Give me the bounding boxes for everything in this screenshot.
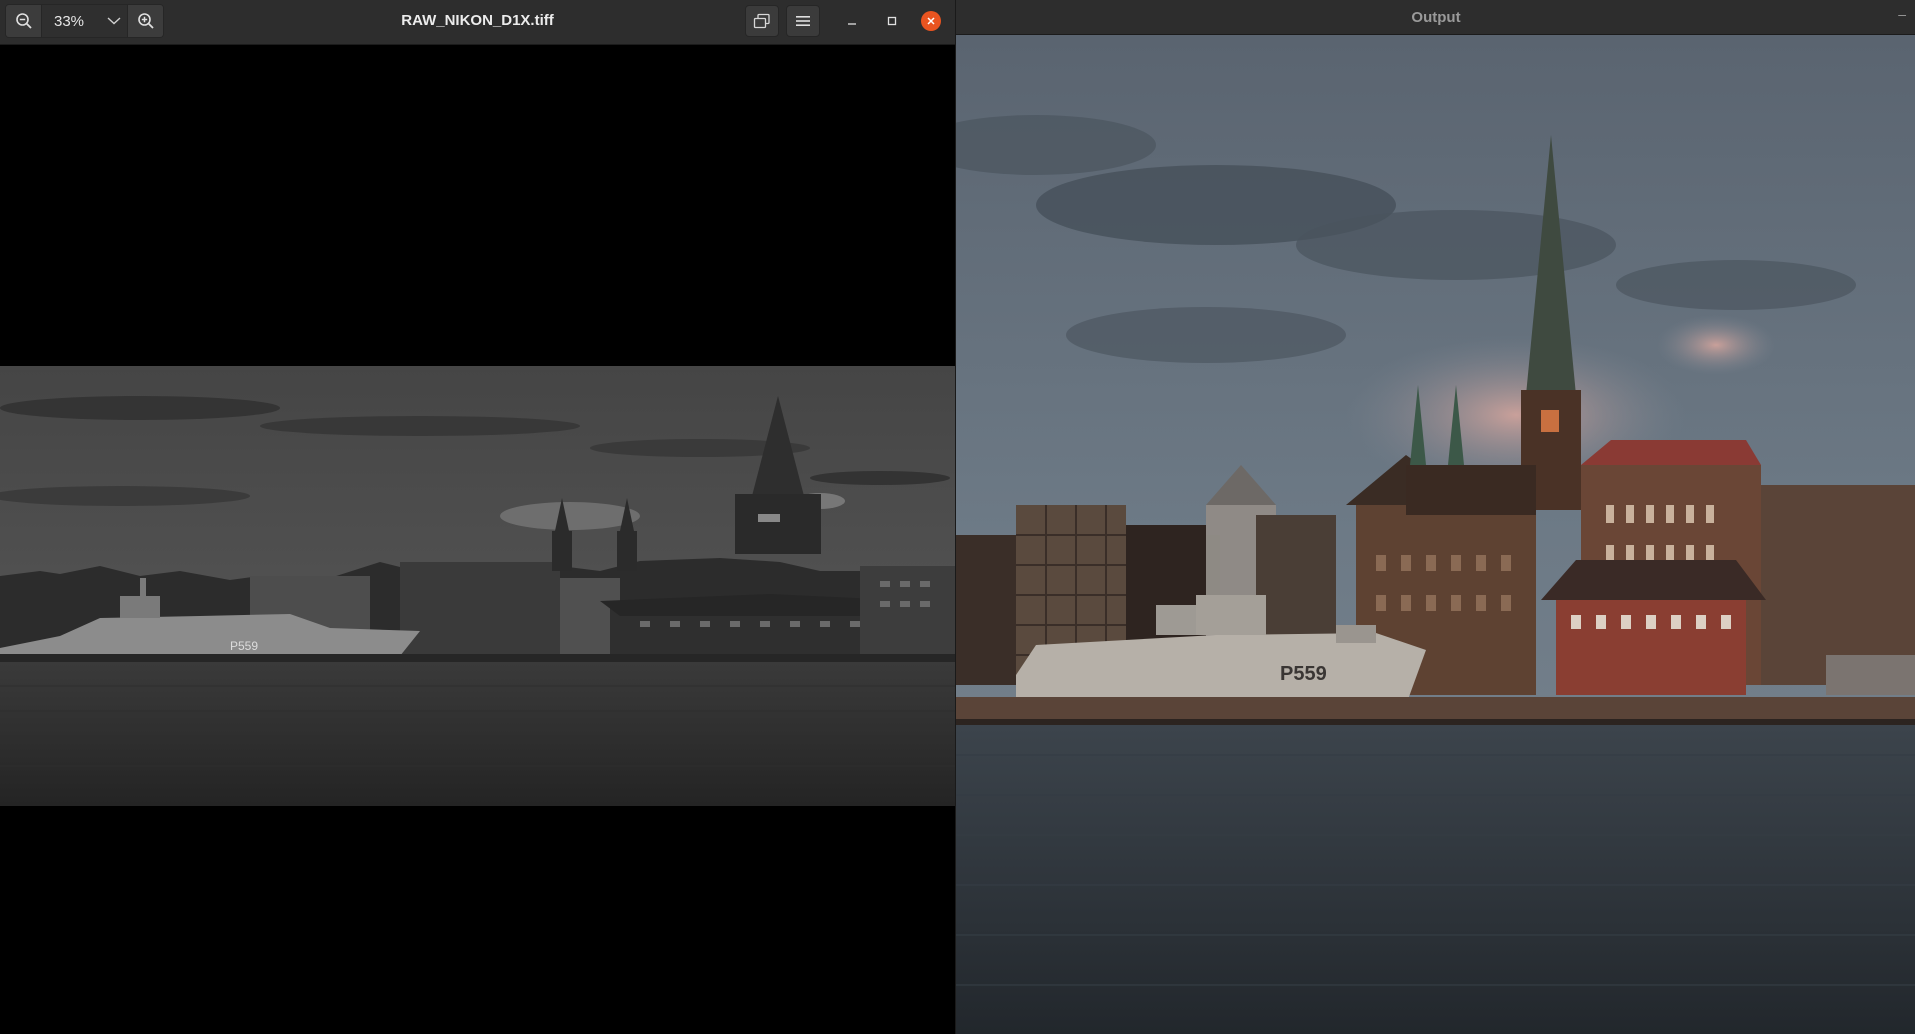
zoom-in-icon [137, 13, 154, 29]
zoom-in-button[interactable] [127, 5, 163, 37]
output-window-title: Output [1411, 9, 1461, 26]
rotate-button[interactable] [745, 5, 779, 37]
processed-harbor-photo-graphic: P559 [956, 35, 1915, 1034]
hamburger-menu-icon [796, 16, 810, 26]
raw-harbor-photo: P559 [0, 366, 955, 806]
output-headerbar: Output – [956, 0, 1915, 35]
zoom-control-group: 33% [5, 4, 164, 38]
zoom-out-icon [15, 13, 32, 29]
output-minimize-button[interactable]: – [1898, 6, 1906, 22]
minimize-icon [848, 23, 856, 25]
minimize-button[interactable] [839, 8, 865, 34]
rotate-icon [753, 13, 770, 29]
viewer-headerbar: 33% RAW_NIKON_D1X.tiff [0, 0, 955, 45]
zoom-level-value: 33% [54, 12, 85, 30]
output-ship-hull-number: P559 [1280, 663, 1327, 685]
output-window: Output – P559 [955, 0, 1915, 1034]
processed-harbor-photo: P559 [956, 35, 1915, 1034]
menu-button[interactable] [786, 5, 820, 37]
chevron-down-icon [107, 17, 121, 25]
maximize-icon [887, 16, 897, 26]
image-viewer-window: 33% RAW_NIKON_D1X.tiff P559 [0, 0, 955, 1034]
raw-ship-hull-number: P559 [230, 639, 258, 653]
maximize-button[interactable] [879, 8, 905, 34]
image-canvas[interactable]: P559 [0, 46, 955, 1034]
raw-harbor-photo-graphic: P559 [0, 366, 955, 806]
zoom-out-button[interactable] [6, 5, 41, 37]
close-button[interactable] [921, 11, 941, 31]
close-icon [927, 17, 935, 25]
zoom-level-dropdown[interactable]: 33% [41, 5, 127, 37]
